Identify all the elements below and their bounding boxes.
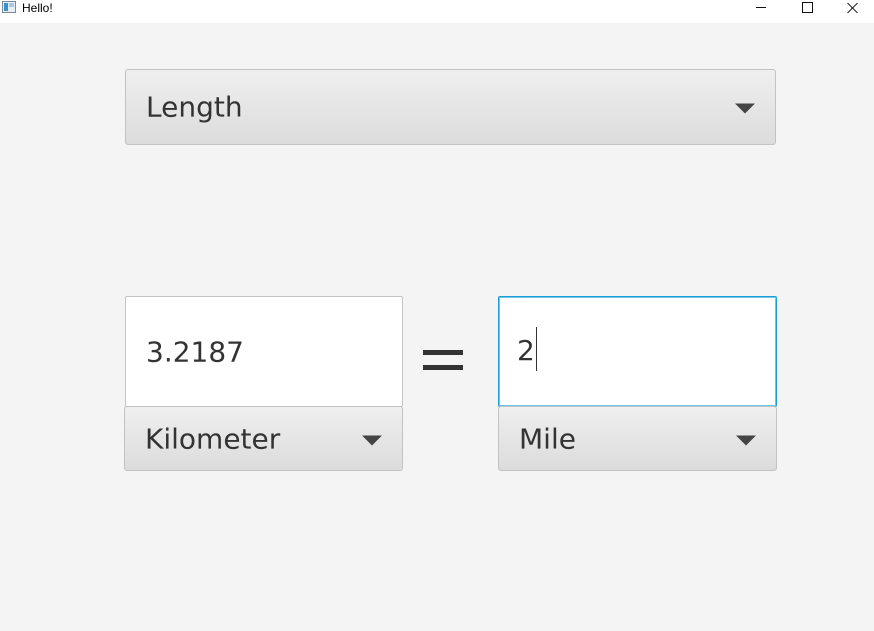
chevron-down-icon: [362, 435, 382, 445]
chevron-down-icon: [735, 103, 755, 114]
maximize-icon: [801, 2, 813, 13]
to-unit-label: Mile: [519, 422, 576, 455]
close-icon: [847, 2, 859, 14]
from-unit-dropdown[interactable]: Kilometer: [124, 406, 403, 471]
text-caret: [535, 326, 537, 371]
equals-bar-top: [423, 350, 463, 355]
maximize-button[interactable]: [784, 0, 830, 23]
window-title: Hello!: [22, 1, 53, 15]
minimize-icon: [756, 7, 766, 8]
equals-bar-bottom: [423, 365, 463, 370]
app-window: Hello! Length 3.2187 2 Kilometer Mile: [0, 0, 874, 631]
app-window-icon: [2, 1, 16, 13]
close-button[interactable]: [830, 0, 874, 23]
from-value-input[interactable]: 3.2187: [125, 296, 403, 407]
title-bar[interactable]: Hello!: [0, 0, 874, 23]
chevron-down-icon: [736, 435, 756, 445]
to-value-text: 2: [517, 326, 537, 371]
to-value-content: 2: [517, 333, 535, 367]
from-unit-label: Kilometer: [145, 422, 281, 455]
to-value-input[interactable]: 2: [498, 296, 777, 407]
equals-icon: [423, 344, 463, 374]
category-selected-label: Length: [146, 90, 243, 124]
category-dropdown[interactable]: Length: [125, 69, 776, 145]
to-unit-dropdown[interactable]: Mile: [498, 406, 777, 471]
minimize-button[interactable]: [738, 0, 784, 23]
from-value-text: 3.2187: [146, 335, 244, 368]
